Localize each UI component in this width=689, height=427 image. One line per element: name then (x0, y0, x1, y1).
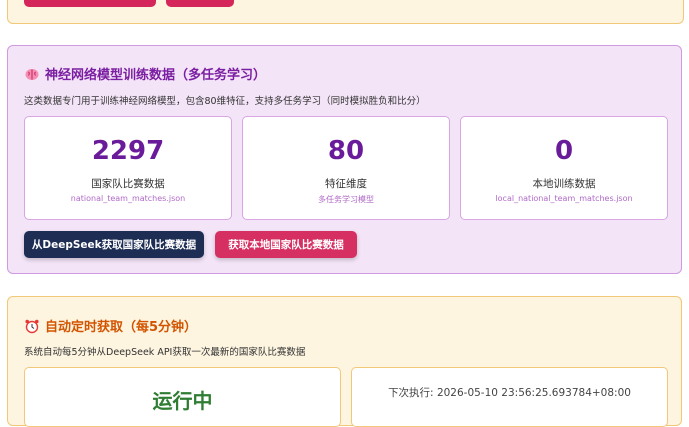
auto-fetch-panel: 自动定时获取（每5分钟） 系统自动每5分钟从DeepSeek API获取一次最新… (7, 296, 682, 427)
run-status-text: 运行中 (152, 389, 213, 413)
stat-card-national-matches: 2297 国家队比赛数据 national_team_matches.json (24, 116, 232, 220)
stat-value: 80 (327, 136, 365, 166)
stat-card-feature-dims: 80 特征维度 多任务学习模型 (242, 116, 450, 220)
stat-value: 0 (554, 136, 574, 166)
previous-secondary-button[interactable] (166, 0, 234, 7)
stat-value: 2297 (91, 136, 165, 166)
stat-label: 特征维度 (325, 178, 367, 190)
previous-action-button[interactable] (24, 0, 156, 7)
brain-icon (25, 68, 39, 80)
neural-network-training-panel: 神经网络模型训练数据（多任务学习） 这类数据专门用于训练神经网络模型，包含80维… (7, 45, 682, 274)
stat-source: national_team_matches.json (70, 194, 186, 203)
fetch-deepseek-button[interactable]: 从DeepSeek获取国家队比赛数据 (24, 231, 204, 258)
stat-source: 多任务学习模型 (318, 195, 374, 204)
stat-source: local_national_team_matches.json (495, 194, 633, 203)
previous-panel (7, 0, 684, 24)
stat-label: 本地训练数据 (532, 178, 596, 190)
nn-panel-title-text: 神经网络模型训练数据（多任务学习） (45, 68, 267, 83)
auto-panel-description: 系统自动每5分钟从DeepSeek API获取一次最新的国家队比赛数据 (24, 347, 306, 358)
auto-panel-title: 自动定时获取（每5分钟） (24, 316, 197, 335)
nn-panel-title: 神经网络模型训练数据（多任务学习） (24, 64, 266, 83)
next-run-card: 下次执行: 2026-05-10 23:56:25.693784+08:00 (351, 367, 668, 427)
fetch-local-button[interactable]: 获取本地国家队比赛数据 (215, 231, 357, 258)
next-run-text: 下次执行: 2026-05-10 23:56:25.693784+08:00 (388, 387, 631, 399)
nn-panel-description: 这类数据专门用于训练神经网络模型，包含80维特征，支持多任务学习（同时模拟胜负和… (24, 96, 426, 107)
stat-card-local-training: 0 本地训练数据 local_national_team_matches.jso… (460, 116, 668, 220)
alarm-clock-icon (25, 319, 39, 333)
auto-panel-title-text: 自动定时获取（每5分钟） (45, 320, 198, 335)
stat-label: 国家队比赛数据 (91, 178, 165, 190)
run-status-card: 运行中 (24, 367, 341, 427)
